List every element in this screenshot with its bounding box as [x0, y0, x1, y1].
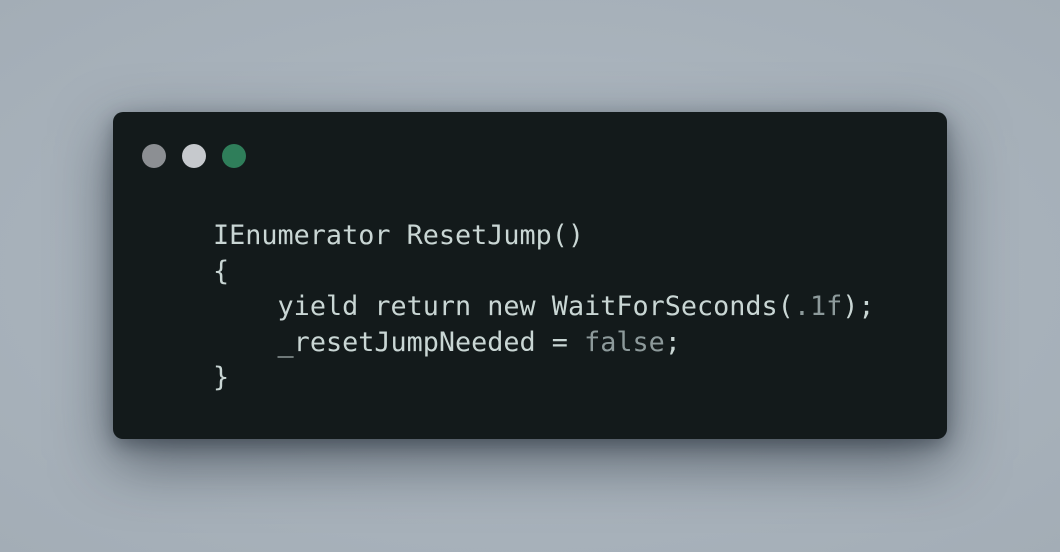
code-token: { [213, 255, 230, 287]
code-line-5: } [213, 360, 875, 396]
code-line-2: { [213, 254, 875, 290]
code-token: ; [664, 326, 681, 358]
code-block: IEnumerator ResetJump() { yield return ne… [213, 218, 875, 396]
code-line-4: _resetJumpNeeded = false; [213, 325, 875, 361]
code-token: IEnumerator ResetJump() [213, 220, 585, 251]
code-line-3: yield return new WaitForSeconds(.1f); [213, 289, 875, 325]
code-keyword-literal: false [584, 326, 665, 358]
code-line-1: IEnumerator ResetJump() [213, 218, 875, 254]
code-number-literal: .1f [793, 291, 843, 322]
code-token: _resetJumpNeeded = [277, 326, 585, 358]
close-dot-icon[interactable] [142, 144, 166, 168]
code-window: IEnumerator ResetJump() { yield return ne… [113, 112, 947, 439]
code-token: } [213, 362, 230, 393]
maximize-dot-icon[interactable] [222, 144, 246, 168]
code-token: ); [842, 291, 875, 322]
minimize-dot-icon[interactable] [182, 144, 206, 168]
code-token: yield return new WaitForSeconds( [277, 291, 794, 322]
